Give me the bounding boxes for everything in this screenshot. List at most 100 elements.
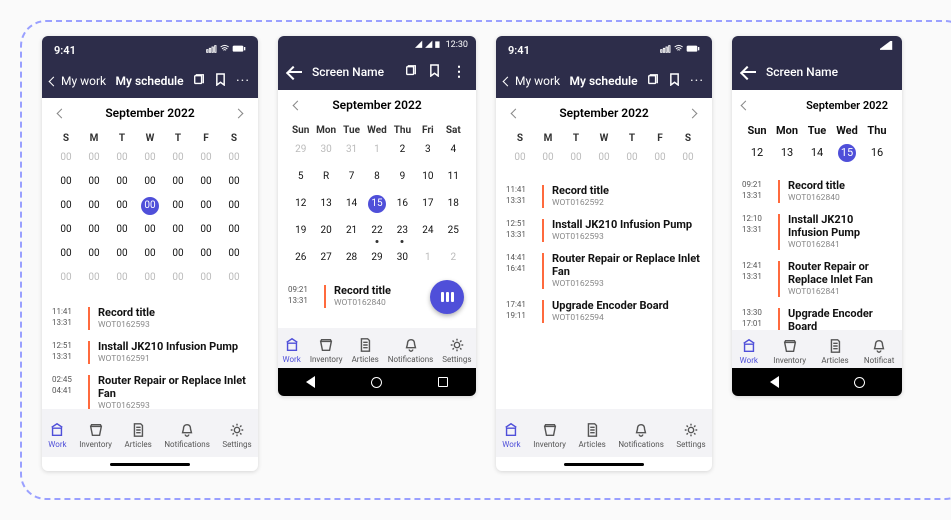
day-cell[interactable]: 00 (506, 149, 534, 167)
day-cell[interactable]: 00 (674, 149, 702, 167)
day-cell[interactable]: 00 (192, 197, 220, 215)
day-cell[interactable]: 14 (339, 195, 364, 213)
tab-settings[interactable]: Settings (676, 422, 705, 449)
day-cell[interactable]: 15 (832, 142, 862, 164)
day-cell[interactable]: 00 (590, 149, 618, 167)
day-cell[interactable]: 00 (80, 149, 108, 167)
tab-work[interactable]: Work (48, 422, 66, 449)
nav-home-icon[interactable] (854, 377, 865, 388)
more-icon[interactable]: ⋮ (452, 64, 466, 80)
back-arrow-icon[interactable] (742, 71, 756, 73)
calendar-grid[interactable]: 29303112345R7891011121314151617181920212… (278, 141, 476, 267)
day-cell[interactable]: 25 (441, 222, 466, 240)
day-cell[interactable]: 26 (288, 249, 313, 267)
day-cell[interactable]: 00 (80, 221, 108, 239)
tab-inventory[interactable]: Inventory (533, 422, 566, 449)
day-cell[interactable]: 8 (364, 168, 389, 186)
list-item[interactable]: 11:4113:31 Record title WOT0162592 (496, 179, 712, 213)
day-cell[interactable]: 11 (441, 168, 466, 186)
back-arrow-icon[interactable] (288, 71, 302, 73)
tab-bar[interactable]: WorkInventoryArticlesNotificationsSettin… (42, 409, 258, 457)
calendar-row[interactable]: 1213141516 (732, 142, 902, 164)
day-cell[interactable]: 00 (192, 149, 220, 167)
day-cell[interactable]: 13 (772, 142, 802, 164)
day-cell[interactable]: 00 (52, 173, 80, 191)
list-item[interactable]: 14:4116:41 Router Repair or Replace Inle… (496, 247, 712, 294)
day-cell[interactable]: 00 (136, 173, 164, 191)
prev-month-button[interactable] (512, 106, 519, 120)
day-cell[interactable]: 10 (415, 168, 440, 186)
android-nav-bar[interactable] (732, 368, 902, 396)
day-cell[interactable]: 00 (220, 173, 248, 191)
bookmark-icon[interactable] (215, 73, 226, 89)
day-cell[interactable]: 00 (220, 149, 248, 167)
next-month-button[interactable] (235, 106, 242, 120)
bookmark-icon[interactable] (429, 64, 440, 80)
record-list[interactable]: 09:2113:31 Record title WOT016284012:101… (732, 168, 902, 330)
record-list[interactable]: 11:4113:31 Record title WOT016259212:511… (496, 173, 712, 409)
day-cell[interactable]: 00 (618, 149, 646, 167)
tab-bar[interactable]: WorkInventoryArticlesNotificationsSettin… (278, 328, 476, 368)
copy-icon[interactable] (647, 74, 659, 89)
day-cell[interactable]: 00 (164, 221, 192, 239)
copy-icon[interactable] (193, 74, 205, 89)
day-cell[interactable]: 30 (313, 141, 338, 159)
day-cell[interactable]: 00 (108, 173, 136, 191)
day-cell[interactable]: 00 (52, 197, 80, 215)
day-cell[interactable]: 00 (220, 269, 248, 287)
record-list[interactable]: 11:4113:31 Record title WOT016259312:511… (42, 295, 258, 409)
day-cell[interactable]: 20 (313, 222, 338, 240)
day-cell[interactable]: 3 (415, 141, 440, 159)
day-cell[interactable]: 18 (441, 195, 466, 213)
list-item[interactable]: 12:4113:31 Router Repair or Replace Inle… (732, 255, 902, 302)
day-cell[interactable]: 1 (364, 141, 389, 159)
tab-articles[interactable]: Articles (821, 338, 848, 365)
back-label[interactable]: My work (515, 74, 560, 88)
back-label[interactable]: My work (61, 74, 106, 88)
day-cell[interactable]: 00 (52, 221, 80, 239)
day-cell[interactable]: 00 (164, 197, 192, 215)
more-icon[interactable]: ··· (236, 73, 250, 89)
nav-back-icon[interactable] (306, 376, 315, 388)
day-cell[interactable]: 30 (390, 249, 415, 267)
day-cell[interactable]: 00 (164, 245, 192, 263)
more-icon[interactable]: ··· (690, 73, 704, 89)
day-cell[interactable]: 00 (192, 173, 220, 191)
day-cell[interactable]: 00 (164, 269, 192, 287)
day-cell[interactable]: 24 (415, 222, 440, 240)
back-chevron-icon[interactable] (49, 76, 59, 86)
day-cell[interactable]: 00 (108, 269, 136, 287)
day-cell[interactable]: 00 (136, 221, 164, 239)
tab-notifications[interactable]: Notificat (864, 338, 894, 365)
day-cell[interactable]: 00 (80, 245, 108, 263)
prev-month-button[interactable] (58, 106, 65, 120)
day-cell[interactable]: 9 (390, 168, 415, 186)
day-cell[interactable]: 00 (164, 149, 192, 167)
list-item[interactable]: 09:2113:31 Record title WOT0162840 (732, 174, 902, 208)
day-cell[interactable]: 00 (52, 245, 80, 263)
day-cell[interactable]: 00 (80, 197, 108, 215)
day-cell[interactable]: 4 (441, 141, 466, 159)
day-cell[interactable]: 21 (339, 222, 364, 240)
list-item[interactable]: 17:4119:11 Upgrade Encoder Board WOT0162… (496, 294, 712, 328)
day-cell[interactable]: 00 (192, 269, 220, 287)
day-cell[interactable]: 17 (415, 195, 440, 213)
day-cell[interactable]: 7 (339, 168, 364, 186)
list-item[interactable]: 12:5113:31 Install JK210 Infusion Pump W… (42, 335, 258, 369)
next-month-button[interactable] (689, 106, 696, 120)
day-cell[interactable]: 00 (80, 269, 108, 287)
tab-notifications[interactable]: Notifications (388, 337, 433, 364)
day-cell[interactable]: 00 (646, 149, 674, 167)
nav-home-icon[interactable] (371, 377, 382, 388)
day-cell[interactable]: 13 (313, 195, 338, 213)
bookmark-icon[interactable] (669, 73, 680, 89)
day-cell[interactable]: 15 (364, 195, 389, 213)
day-cell[interactable]: 00 (108, 149, 136, 167)
nav-recents-icon[interactable] (438, 377, 448, 387)
day-cell[interactable]: 29 (288, 141, 313, 159)
day-cell[interactable]: 16 (862, 142, 892, 164)
day-cell[interactable]: 00 (220, 245, 248, 263)
day-cell[interactable]: 14 (802, 142, 832, 164)
day-cell[interactable]: 00 (80, 173, 108, 191)
day-cell[interactable]: 00 (136, 245, 164, 263)
